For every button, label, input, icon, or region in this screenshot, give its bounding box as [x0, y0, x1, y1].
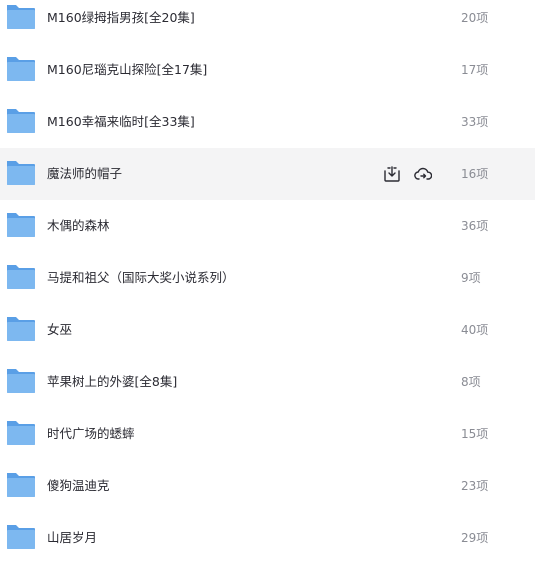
item-count: 36项	[461, 219, 489, 233]
folder-icon	[7, 213, 35, 237]
folder-name[interactable]: 苹果树上的外婆[全8集]	[47, 356, 177, 408]
download-icon[interactable]	[383, 165, 401, 183]
folder-name[interactable]: 山居岁月	[47, 512, 97, 564]
item-count: 40项	[461, 323, 489, 337]
folder-row[interactable]: 傻狗温迪克 23项	[0, 460, 535, 512]
folder-name[interactable]: 木偶的森林	[47, 200, 110, 252]
folder-row[interactable]: 苹果树上的外婆[全8集] 8项	[0, 356, 535, 408]
item-count: 17项	[461, 63, 489, 77]
folder-name[interactable]: 时代广场的蟋蟀	[47, 408, 135, 460]
folder-name[interactable]: 女巫	[47, 304, 72, 356]
item-count: 15项	[461, 427, 489, 441]
folder-name[interactable]: 马提和祖父（国际大奖小说系列）	[47, 252, 235, 304]
folder-row[interactable]: M160尼瑙克山探险[全17集] 17项	[0, 44, 535, 96]
folder-icon	[7, 109, 35, 133]
item-count: 9项	[461, 271, 481, 285]
folder-row[interactable]: M160绿拇指男孩[全20集] 20项	[0, 0, 535, 44]
folder-icon	[7, 525, 35, 549]
folder-row[interactable]: M160幸福来临时[全33集] 33项	[0, 96, 535, 148]
item-count: 8项	[461, 375, 481, 389]
folder-name[interactable]: M160幸福来临时[全33集]	[47, 96, 195, 148]
folder-row-hovered[interactable]: 魔法师的帽子 16项	[0, 148, 535, 200]
folder-row[interactable]: 马提和祖父（国际大奖小说系列） 9项	[0, 252, 535, 304]
folder-name[interactable]: 傻狗温迪克	[47, 460, 110, 512]
item-count: 33项	[461, 115, 489, 129]
folder-icon	[7, 421, 35, 445]
folder-icon	[7, 5, 35, 29]
folder-row[interactable]: 木偶的森林 36项	[0, 200, 535, 252]
folder-name[interactable]: M160尼瑙克山探险[全17集]	[47, 44, 207, 96]
folder-list: M160绿拇指男孩[全20集] 20项 M160尼瑙克山探险[全17集] 17项…	[0, 0, 535, 564]
cloud-save-icon[interactable]	[414, 165, 432, 183]
folder-icon	[7, 473, 35, 497]
folder-icon	[7, 57, 35, 81]
folder-row[interactable]: 女巫 40项	[0, 304, 535, 356]
folder-row[interactable]: 时代广场的蟋蟀 15项	[0, 408, 535, 460]
folder-row[interactable]: 山居岁月 29项	[0, 512, 535, 564]
folder-icon	[7, 369, 35, 393]
folder-name[interactable]: M160绿拇指男孩[全20集]	[47, 0, 195, 44]
item-count: 29项	[461, 531, 489, 545]
folder-icon	[7, 265, 35, 289]
item-count: 16项	[461, 167, 489, 181]
folder-icon	[7, 161, 35, 185]
folder-icon	[7, 317, 35, 341]
item-count: 20项	[461, 11, 489, 25]
item-count: 23项	[461, 479, 489, 493]
folder-name[interactable]: 魔法师的帽子	[47, 148, 122, 200]
